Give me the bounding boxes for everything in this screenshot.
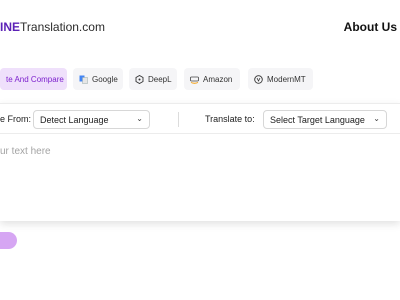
tab-modernmt[interactable]: ModernMT (248, 68, 313, 90)
source-language-select[interactable]: Detect Language ⌄ (33, 110, 150, 129)
source-language-value: Detect Language (40, 114, 109, 125)
chevron-down-icon: ⌄ (373, 114, 380, 123)
tab-deepl[interactable]: DeepL (129, 68, 177, 90)
tab-translate-and-compare[interactable]: te And Compare (0, 68, 67, 90)
chevron-down-icon: ⌄ (136, 114, 143, 123)
source-text-input[interactable]: ur text here (0, 146, 51, 157)
amazon-icon (190, 75, 199, 84)
tab-google[interactable]: Google (73, 68, 123, 90)
translate-to-label: Translate to: (205, 114, 255, 124)
target-language-select[interactable]: Select Target Language ⌄ (263, 110, 387, 129)
tab-label: Google (92, 74, 118, 84)
about-us-link[interactable]: About Us (344, 20, 397, 34)
target-language-value: Select Target Language (270, 114, 365, 125)
tab-label: te And Compare (6, 74, 64, 84)
modernmt-icon (254, 74, 263, 84)
tab-label: ModernMT (267, 74, 306, 84)
brand-rest: Translation.com (20, 20, 105, 34)
deepl-icon (135, 74, 144, 84)
google-translate-icon (79, 75, 88, 84)
tab-label: Amazon (203, 74, 233, 84)
tab-amazon[interactable]: Amazon (184, 68, 240, 90)
translate-from-label: e From: (0, 114, 32, 124)
tab-label: DeepL (148, 74, 172, 84)
divider (178, 112, 179, 127)
brand-highlight: INE (0, 20, 21, 34)
translate-button[interactable] (0, 232, 17, 249)
divider (0, 133, 400, 134)
site-brand[interactable]: INETranslation.com (0, 20, 105, 34)
